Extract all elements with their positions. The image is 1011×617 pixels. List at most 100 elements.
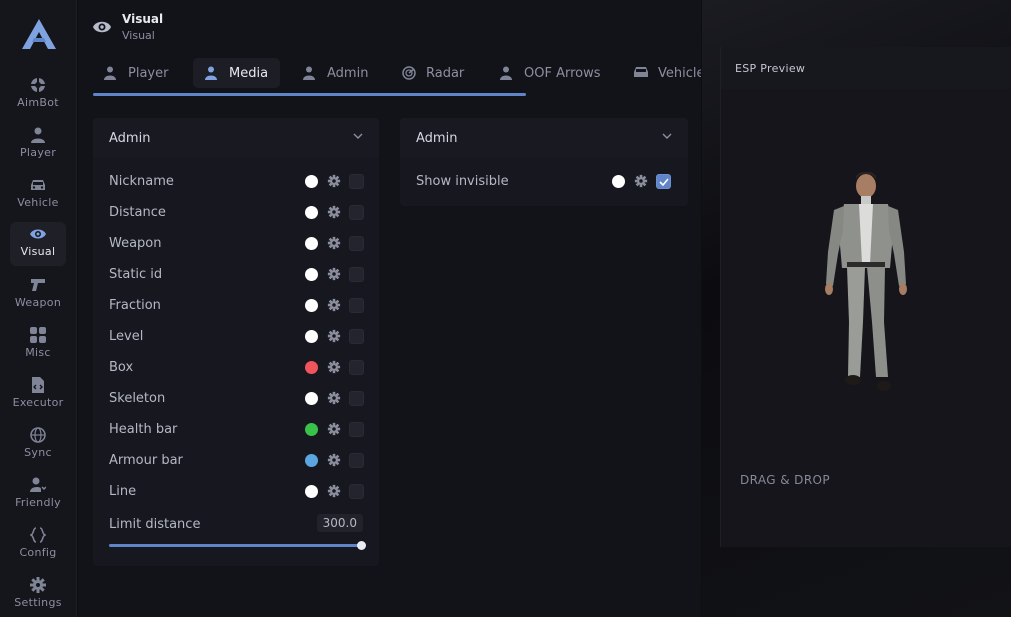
option-checkbox[interactable] xyxy=(349,391,364,406)
sidebar-item-sync[interactable]: Sync xyxy=(10,423,66,467)
tab-vehicle[interactable]: Vehicle xyxy=(622,58,701,88)
color-swatch[interactable] xyxy=(305,330,318,343)
tab-player[interactable]: Player xyxy=(92,58,180,88)
limit-distance-slider[interactable] xyxy=(109,544,362,547)
file-code-icon xyxy=(29,376,47,394)
color-swatch[interactable] xyxy=(305,454,318,467)
option-row: Distance xyxy=(93,197,379,228)
option-checkbox[interactable] xyxy=(349,205,364,220)
group-dropdown[interactable]: Admin xyxy=(400,118,688,158)
chevron-down-icon xyxy=(662,133,672,143)
gear-icon[interactable] xyxy=(327,453,341,467)
gear-icon[interactable] xyxy=(327,360,341,374)
tab-radar[interactable]: Radar xyxy=(390,58,476,88)
option-checkbox[interactable] xyxy=(349,360,364,375)
user-icon xyxy=(500,66,514,80)
sidebar-item-aimbot[interactable]: AimBot xyxy=(10,73,66,117)
gear-icon[interactable] xyxy=(327,267,341,281)
gear-icon[interactable] xyxy=(327,391,341,405)
eye-icon xyxy=(29,225,47,243)
tab-oof-arrows[interactable]: OOF Arrows xyxy=(488,58,613,88)
sidebar-item-label: Vehicle xyxy=(17,196,59,209)
sidebar-item-config[interactable]: Config xyxy=(10,523,66,567)
color-swatch[interactable] xyxy=(305,206,318,219)
color-swatch[interactable] xyxy=(305,361,318,374)
option-label: Nickname xyxy=(109,174,174,189)
color-swatch[interactable] xyxy=(305,175,318,188)
color-swatch[interactable] xyxy=(305,299,318,312)
sidebar-item-settings[interactable]: Settings xyxy=(10,573,66,617)
user-icon xyxy=(205,66,219,80)
option-label: Skeleton xyxy=(109,391,166,406)
page-header: Visual Visual xyxy=(92,12,163,42)
drag-drop-hint: DRAG & DROP xyxy=(740,473,831,487)
gear-icon[interactable] xyxy=(327,484,341,498)
tab-label: Admin xyxy=(327,65,369,81)
option-label: Show invisible xyxy=(416,174,509,189)
gear-icon[interactable] xyxy=(327,298,341,312)
group-dropdown[interactable]: Admin xyxy=(93,118,379,158)
braces-icon xyxy=(29,526,47,544)
option-checkbox[interactable] xyxy=(349,298,364,313)
option-row: Box xyxy=(93,352,379,383)
gear-icon[interactable] xyxy=(327,422,341,436)
sidebar-item-vehicle[interactable]: Vehicle xyxy=(10,173,66,217)
option-checkbox[interactable] xyxy=(349,484,364,499)
sidebar-item-weapon[interactable]: Weapon xyxy=(10,273,66,317)
tab-admin[interactable]: Admin xyxy=(291,58,380,88)
sidebar-item-label: Executor xyxy=(12,396,64,409)
option-checkbox[interactable] xyxy=(349,329,364,344)
option-row: Armour bar xyxy=(93,445,379,476)
eye-icon xyxy=(92,19,112,39)
gear-icon[interactable] xyxy=(327,236,341,250)
option-checkbox[interactable] xyxy=(349,236,364,251)
tab-bar: Player Media Admin Radar OOF Arrows Vehi… xyxy=(92,58,701,98)
option-checkbox[interactable] xyxy=(349,422,364,437)
main-panel: Visual Visual Player Media Admin Radar O… xyxy=(78,0,701,617)
user-icon xyxy=(29,126,47,144)
option-checkbox[interactable] xyxy=(349,453,364,468)
option-label: Line xyxy=(109,484,137,499)
color-swatch[interactable] xyxy=(305,237,318,250)
sidebar-item-misc[interactable]: Misc xyxy=(10,323,66,367)
slider-handle[interactable] xyxy=(357,541,366,550)
option-label: Health bar xyxy=(109,422,178,437)
option-checkbox[interactable] xyxy=(349,174,364,189)
car-icon xyxy=(634,66,648,80)
globe-icon xyxy=(29,426,47,444)
limit-distance-value[interactable]: 300.0 xyxy=(316,514,363,532)
gear-icon[interactable] xyxy=(327,329,341,343)
sidebar-item-label: Player xyxy=(19,146,57,159)
color-swatch[interactable] xyxy=(305,485,318,498)
option-row: Level xyxy=(93,321,379,352)
sidebar-item-friendly[interactable]: Friendly xyxy=(10,473,66,517)
radar-icon xyxy=(402,66,416,80)
gear-icon[interactable] xyxy=(327,174,341,188)
user-heart-icon xyxy=(29,476,47,494)
option-label: Static id xyxy=(109,267,163,282)
color-swatch[interactable] xyxy=(305,423,318,436)
sidebar-item-player[interactable]: Player xyxy=(10,123,66,167)
sidebar-item-visual[interactable]: Visual xyxy=(10,222,66,266)
option-checkbox[interactable] xyxy=(656,174,671,189)
color-swatch[interactable] xyxy=(612,175,625,188)
tab-label: Radar xyxy=(426,65,465,81)
dropdown-value: Admin xyxy=(109,130,151,146)
gun-icon xyxy=(29,276,47,294)
user-icon xyxy=(303,66,317,80)
character-model[interactable] xyxy=(814,172,919,402)
color-swatch[interactable] xyxy=(305,392,318,405)
gear-icon[interactable] xyxy=(327,205,341,219)
option-label: Box xyxy=(109,360,134,375)
sidebar-item-label: AimBot xyxy=(17,96,59,109)
sidebar-item-executor[interactable]: Executor xyxy=(10,373,66,417)
color-swatch[interactable] xyxy=(305,268,318,281)
gear-icon[interactable] xyxy=(634,174,648,188)
right-settings-card: Admin Show invisible xyxy=(400,118,688,206)
option-checkbox[interactable] xyxy=(349,267,364,282)
dropdown-value: Admin xyxy=(416,130,458,146)
option-row: Skeleton xyxy=(93,383,379,414)
preview-title: ESP Preview xyxy=(721,47,1011,89)
sidebar-item-label: Weapon xyxy=(14,296,62,309)
tab-media[interactable]: Media xyxy=(193,58,281,88)
